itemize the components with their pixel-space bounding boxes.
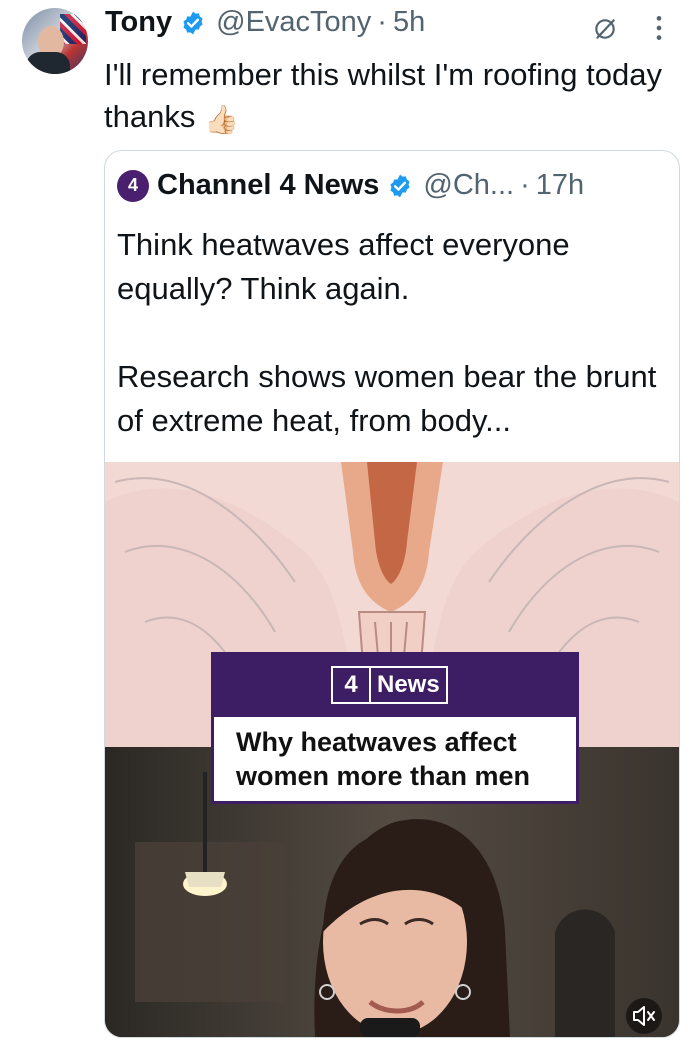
quote-timestamp[interactable]: 17h xyxy=(536,169,584,202)
author-handle[interactable]: @EvacTony xyxy=(216,6,371,39)
verified-badge-icon xyxy=(390,174,410,197)
brand-number: 4 xyxy=(333,668,371,702)
quote-body: Think heatwaves affect everyone equally?… xyxy=(117,223,667,443)
volume-muted-icon[interactable] xyxy=(626,998,662,1034)
author-name[interactable]: Tony xyxy=(105,6,172,39)
news-title-card: 4 News Why heatwaves affect women more t… xyxy=(211,652,579,804)
quote-author-name[interactable]: Channel 4 News xyxy=(157,169,379,202)
timestamp[interactable]: 5h xyxy=(393,6,425,39)
more-vertical-icon[interactable] xyxy=(652,12,666,44)
thumbs-up-emoji: 👍🏻 xyxy=(203,104,239,135)
video-headline: Why heatwaves affect women more than men xyxy=(236,727,531,791)
quote-text-line2: Research shows women bear the brunt of e… xyxy=(117,359,657,438)
quote-header: 4 Channel 4 News @Ch... · 17h xyxy=(117,169,584,202)
channel4-news-brand: 4 News xyxy=(331,666,448,704)
verified-badge-icon xyxy=(183,11,203,34)
tweet-body: I'll remember this whilst I'm roofing to… xyxy=(104,54,674,141)
quote-text-line1: Think heatwaves affect everyone equally?… xyxy=(117,227,570,306)
title-card-banner: 4 News xyxy=(211,652,579,714)
grok-icon[interactable] xyxy=(592,16,618,42)
video-thumbnail[interactable]: 4 News Why heatwaves affect women more t… xyxy=(105,462,679,1037)
separator-dot: · xyxy=(520,169,530,201)
avatar-body xyxy=(26,52,70,74)
quoted-tweet[interactable]: 4 Channel 4 News @Ch... · 17h Think heat… xyxy=(104,150,680,1038)
quote-author-handle[interactable]: @Ch... xyxy=(423,169,514,202)
separator-dot: · xyxy=(377,6,387,38)
avatar[interactable] xyxy=(22,8,88,74)
tweet-text: I'll remember this whilst I'm roofing to… xyxy=(104,57,662,134)
channel4-avatar[interactable]: 4 xyxy=(117,169,149,202)
brand-word: News xyxy=(377,671,440,698)
title-card-headline-box: Why heatwaves affect women more than men xyxy=(211,714,579,804)
tweet-header: Tony @EvacTony · 5h xyxy=(105,6,425,39)
